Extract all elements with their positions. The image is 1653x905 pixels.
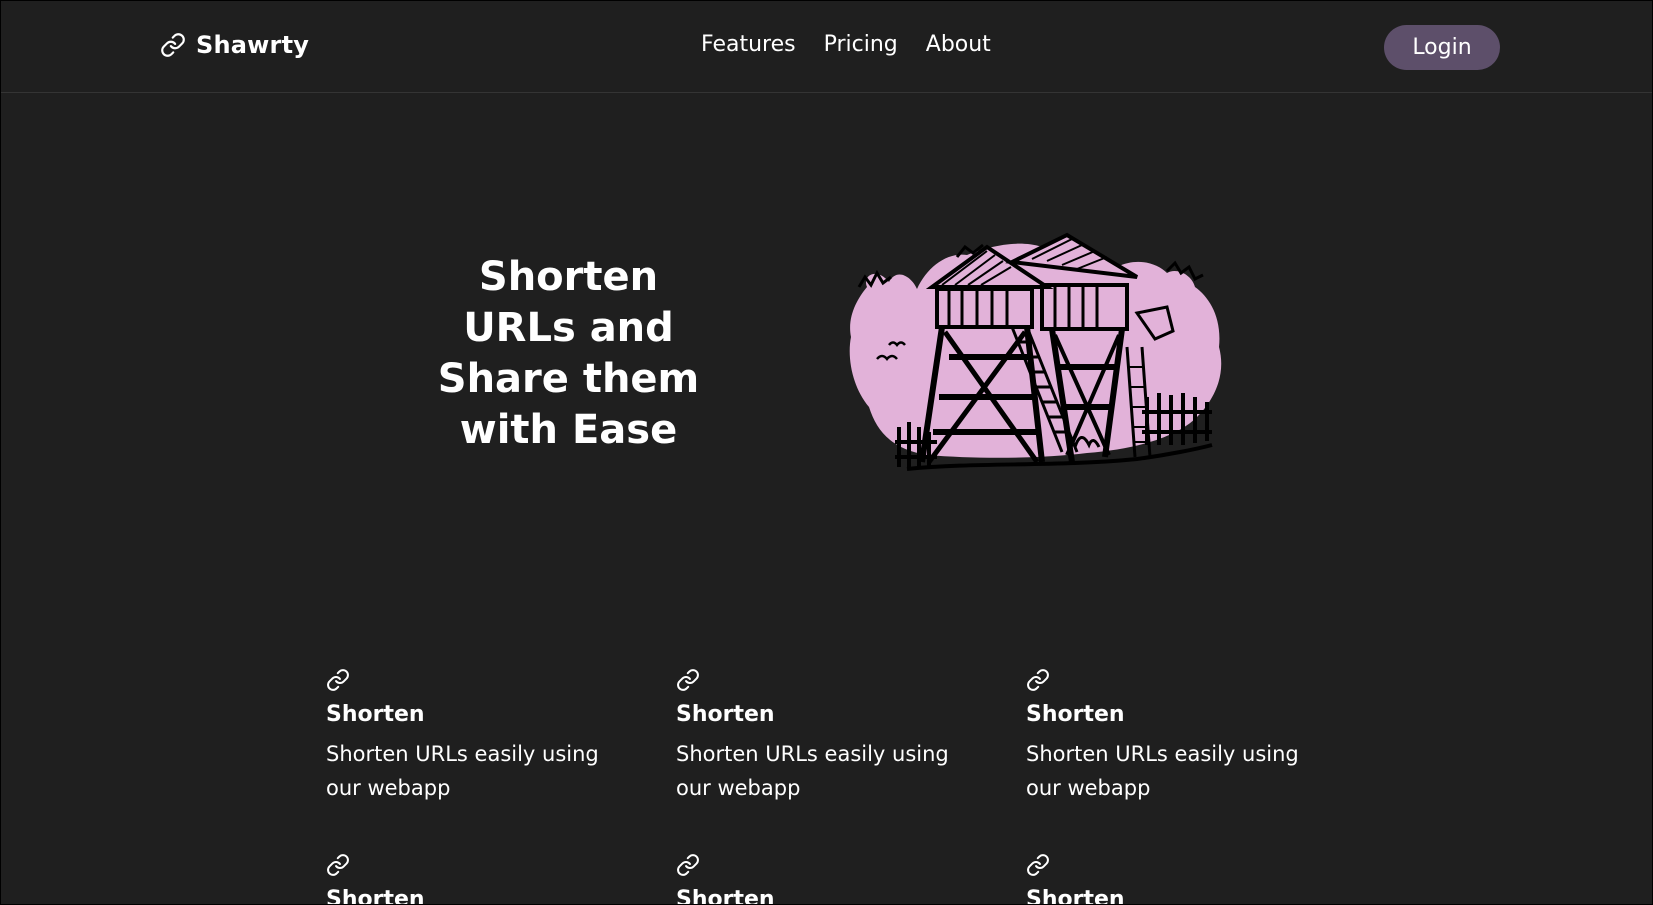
top-navigation-bar: Shawrty Features Pricing About Login	[1, 1, 1652, 93]
feature-title: Shorten	[676, 887, 775, 905]
feature-card: Shorten	[676, 853, 976, 905]
feature-card: Shorten Shorten URLs easily using our we…	[326, 668, 626, 805]
feature-description: Shorten URLs easily using our webapp	[676, 742, 949, 800]
link-icon	[677, 854, 699, 876]
nav-link-about[interactable]: About	[926, 32, 991, 57]
link-icon	[327, 669, 349, 691]
link-icon	[161, 33, 185, 57]
feature-card: Shorten	[326, 853, 626, 905]
main-nav: Features Pricing About	[701, 32, 991, 57]
nav-link-pricing[interactable]: Pricing	[824, 32, 898, 57]
feature-title: Shorten	[676, 702, 775, 727]
brand-name: Shawrty	[196, 31, 310, 59]
brand-logo[interactable]: Shawrty	[160, 31, 309, 59]
link-icon	[327, 854, 349, 876]
link-icon	[1027, 854, 1049, 876]
feature-card: Shorten Shorten URLs easily using our we…	[676, 668, 976, 805]
login-button[interactable]: Login	[1384, 25, 1500, 70]
feature-title: Shorten	[1026, 887, 1125, 905]
feature-description: Shorten URLs easily using our webapp	[326, 742, 599, 800]
link-icon	[1027, 669, 1049, 691]
link-icon	[677, 669, 699, 691]
feature-title: Shorten	[1026, 702, 1125, 727]
feature-card: Shorten Shorten URLs easily using our we…	[1026, 668, 1326, 805]
hero-title: Shorten URLs and Share them with Ease	[437, 254, 700, 453]
feature-title: Shorten	[326, 702, 425, 727]
page-frame: Shawrty Features Pricing About Login Sho…	[0, 0, 1653, 905]
feature-card: Shorten	[1026, 853, 1326, 905]
nav-link-features[interactable]: Features	[701, 32, 796, 57]
feature-title: Shorten	[326, 887, 425, 905]
watchtower-illustration	[849, 232, 1222, 471]
feature-description: Shorten URLs easily using our webapp	[1026, 742, 1299, 800]
